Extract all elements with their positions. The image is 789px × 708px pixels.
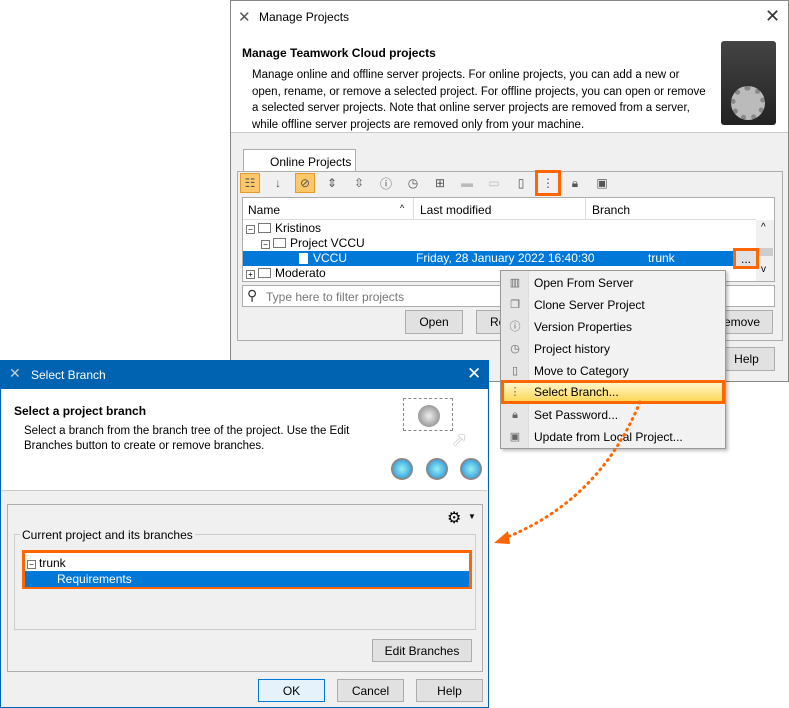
- node-label: trunk: [39, 556, 66, 570]
- cursor-icon: ➚: [451, 429, 468, 451]
- node-label: Requirements: [57, 572, 132, 586]
- app-icon: ✕: [9, 365, 21, 381]
- branch-tree: − trunk Requirements: [22, 550, 472, 589]
- collapse-icon[interactable]: −: [27, 560, 36, 569]
- gear-icon[interactable]: ⚙: [447, 508, 461, 528]
- cancel-button[interactable]: Cancel: [337, 679, 404, 702]
- chevron-down-icon[interactable]: ▼: [468, 512, 476, 521]
- tree-node-requirements[interactable]: Requirements: [25, 571, 469, 587]
- blue-node: [391, 458, 413, 480]
- close-icon[interactable]: ✕: [467, 364, 481, 384]
- branch-illustration: ➚: [387, 395, 483, 485]
- group-label: Current project and its branches: [20, 528, 195, 542]
- title-bar: ✕ Select Branch ✕: [1, 361, 488, 389]
- edit-branches-button[interactable]: Edit Branches: [372, 639, 472, 662]
- tree-node-trunk[interactable]: − trunk: [27, 555, 66, 571]
- help-button[interactable]: Help: [416, 679, 483, 702]
- header-title: Select a project branch: [14, 404, 147, 418]
- dialog-title: Select Branch: [31, 368, 106, 382]
- gray-node: [418, 405, 440, 427]
- ok-button[interactable]: OK: [258, 679, 325, 702]
- blue-node: [426, 458, 448, 480]
- blue-node: [460, 458, 482, 480]
- header-description: Select a branch from the branch tree of …: [24, 425, 350, 452]
- header-panel: Select a project branch Select a branch …: [2, 389, 487, 491]
- select-branch-dialog: ✕ Select Branch ✕ Select a project branc…: [0, 360, 489, 708]
